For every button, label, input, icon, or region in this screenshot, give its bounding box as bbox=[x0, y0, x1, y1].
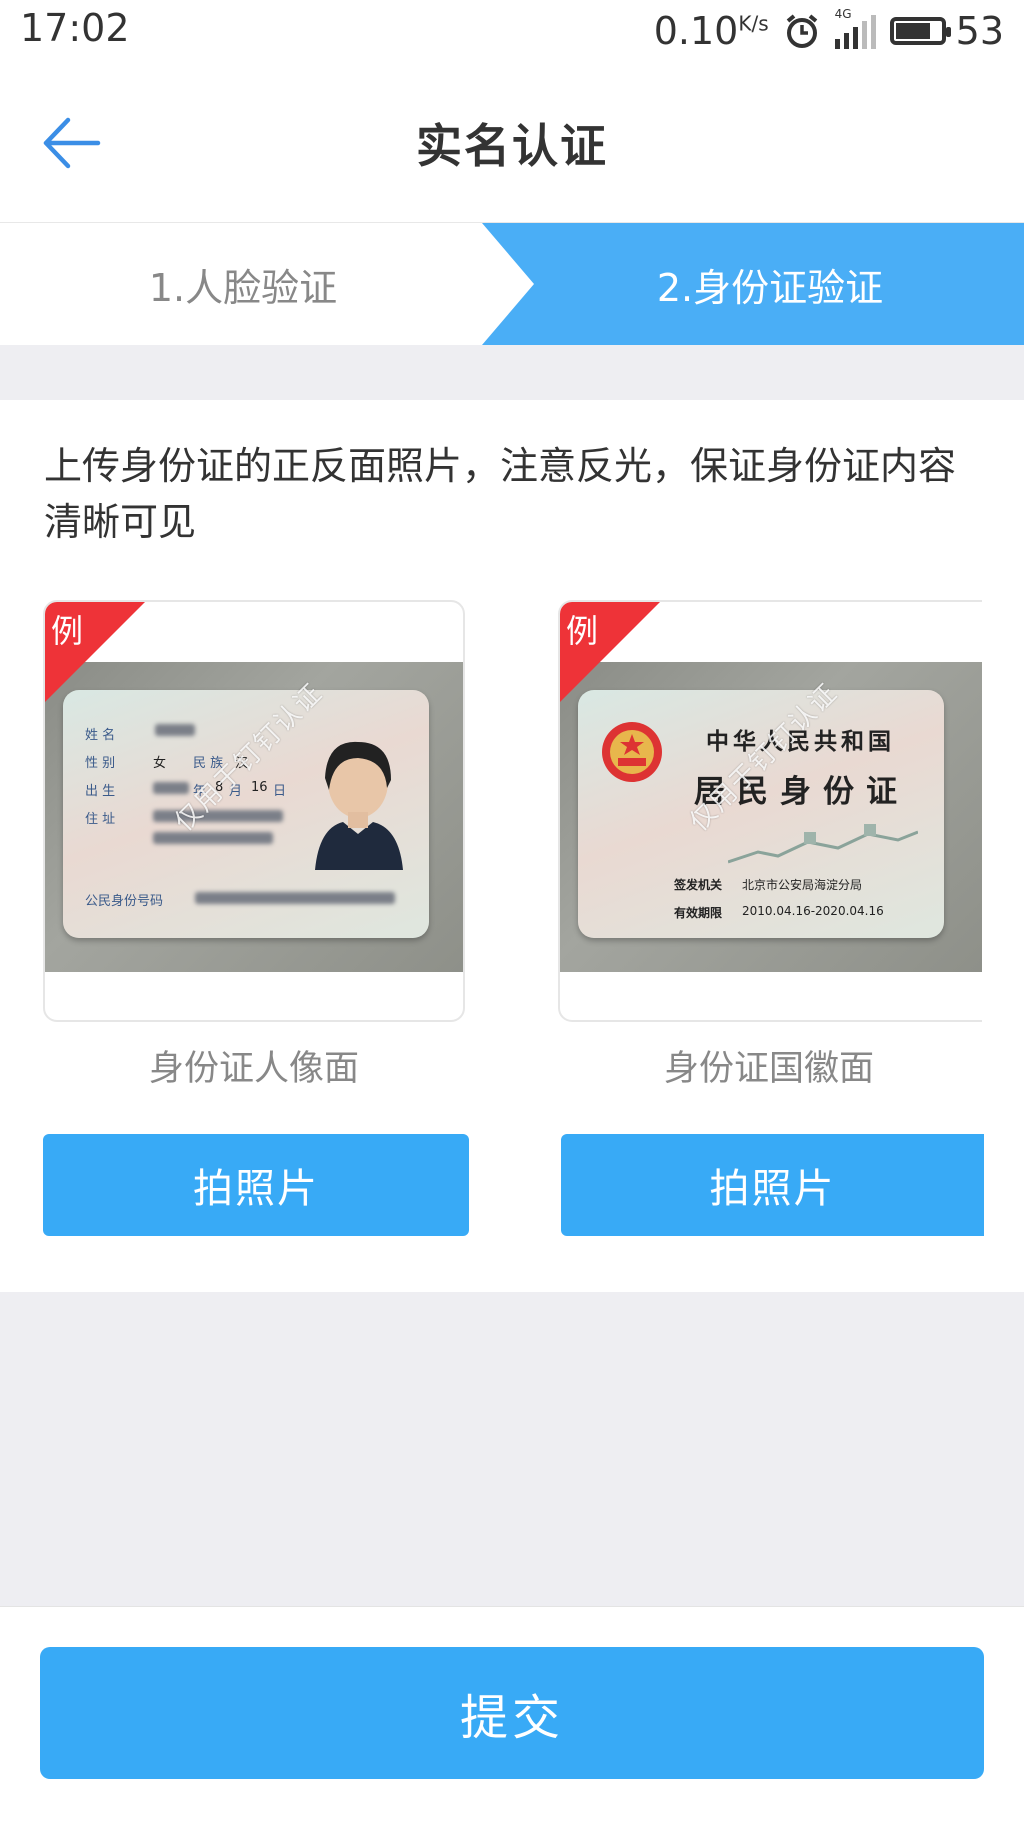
id-card-front: 姓 名 性 别 女 民 族 汉 出 生 年 8 月 16 日 住 址 公民身份号… bbox=[63, 690, 429, 938]
alarm-icon bbox=[786, 14, 817, 48]
instruction-text: 上传身份证的正反面照片，注意反光，保证身份证内容清晰可见 bbox=[44, 444, 957, 544]
upload-section: 上传身份证的正反面照片，注意反光，保证身份证内容清晰可见 姓 名 性 别 女 民… bbox=[0, 400, 1024, 1292]
field-id-number-label: 公民身份号码 bbox=[85, 894, 164, 909]
portrait-photo bbox=[315, 741, 403, 870]
national-emblem-icon bbox=[602, 722, 662, 782]
issuer-label: 签发机关 bbox=[674, 878, 723, 892]
battery-icon bbox=[889, 17, 951, 45]
id-back-photo: 中华人民共和国 居民身份证 签发机关 北京市公安局海淀分局 有效期限 2010.… bbox=[560, 662, 982, 972]
speed-unit: K/s bbox=[738, 11, 769, 36]
signal-icon: 4G bbox=[834, 7, 876, 49]
id-card-back: 中华人民共和国 居民身份证 签发机关 北京市公安局海淀分局 有效期限 2010.… bbox=[578, 690, 944, 938]
blurred-address-2 bbox=[153, 832, 273, 844]
bottom-bar: 提交 bbox=[0, 1606, 1024, 1822]
battery: 53 bbox=[889, 9, 1004, 53]
nav-bar: 实名认证 bbox=[0, 62, 1024, 222]
status-icons: 0.10K/s 4G 53 bbox=[654, 6, 1004, 56]
page-title: 实名认证 bbox=[416, 119, 608, 173]
field-birth-day: 16 bbox=[251, 780, 268, 795]
id-back-sample[interactable]: 中华人民共和国 居民身份证 签发机关 北京市公安局海淀分局 有效期限 2010.… bbox=[558, 600, 982, 1022]
battery-level: 53 bbox=[955, 9, 1004, 53]
submit-button[interactable]: 提交 bbox=[40, 1647, 984, 1779]
blurred-id-number bbox=[195, 892, 395, 904]
example-badge-label: 例 bbox=[566, 612, 599, 650]
great-wall-illustration bbox=[728, 824, 918, 864]
take-back-photo-button[interactable]: 拍照片 bbox=[561, 1134, 984, 1236]
field-gender-value: 女 bbox=[153, 756, 167, 771]
step-face-verification: 1.人脸验证 bbox=[148, 265, 338, 310]
id-front-sample[interactable]: 姓 名 性 别 女 民 族 汉 出 生 年 8 月 16 日 住 址 公民身份号… bbox=[43, 600, 465, 1022]
id-front-photo: 姓 名 性 别 女 民 族 汉 出 生 年 8 月 16 日 住 址 公民身份号… bbox=[45, 662, 463, 972]
field-name-label: 姓 名 bbox=[85, 728, 116, 743]
validity-value: 2010.04.16-2020.04.16 bbox=[742, 904, 884, 918]
take-front-photo-button[interactable]: 拍照片 bbox=[43, 1134, 469, 1236]
issuer-value: 北京市公安局海淀分局 bbox=[742, 878, 863, 892]
blurred-name bbox=[155, 724, 195, 736]
id-back-caption: 身份证国徽面 bbox=[663, 1049, 874, 1089]
field-birth-day-unit: 日 bbox=[273, 784, 287, 799]
network-type: 4G bbox=[834, 7, 852, 21]
network-speed: 0.10K/s bbox=[653, 9, 769, 53]
step-id-verification: 2.身份证验证 bbox=[656, 265, 884, 310]
field-gender-label: 性 别 bbox=[85, 756, 116, 771]
id-front-caption: 身份证人像面 bbox=[148, 1049, 359, 1089]
status-bar: 17:02 0.10K/s 4G 53 bbox=[0, 0, 1024, 62]
step-indicator: 1.人脸验证 2.身份证验证 bbox=[0, 222, 1024, 345]
field-birth-label: 出 生 bbox=[85, 784, 116, 799]
validity-label: 有效期限 bbox=[674, 906, 723, 920]
field-address-label: 住 址 bbox=[85, 812, 116, 827]
example-badge-label: 例 bbox=[51, 612, 84, 650]
status-time: 17:02 bbox=[20, 6, 130, 50]
